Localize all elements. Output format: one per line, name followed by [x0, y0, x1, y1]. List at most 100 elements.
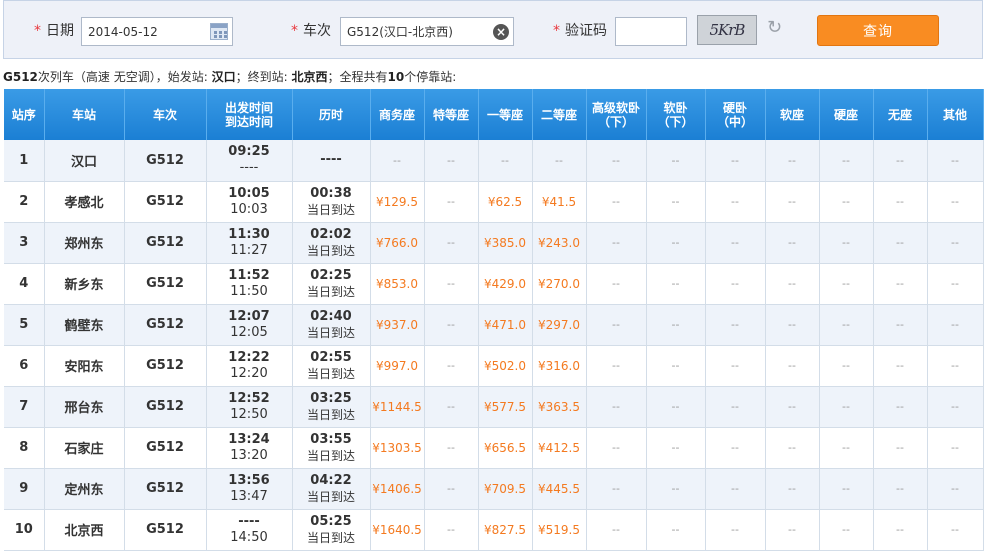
duration-value: 05:25	[310, 513, 352, 529]
cell-no-seat: --	[873, 181, 928, 223]
cell-premium-soft-sleeper: --	[586, 386, 647, 428]
cell-second: ¥519.5	[532, 509, 587, 551]
cell-special: --	[424, 181, 479, 223]
cell-second: ¥316.0	[532, 345, 587, 387]
duration-value: 03:25	[310, 390, 352, 406]
duration-value: 00:38	[310, 185, 352, 201]
cell-hard-seat: --	[819, 427, 874, 469]
cell-soft-seat: --	[765, 304, 820, 346]
arrival-time: 12:20	[230, 365, 268, 381]
cell-special: --	[424, 386, 479, 428]
cell-seq: 10	[4, 509, 45, 551]
cell-business: --	[370, 140, 425, 182]
cell-duration: 02:55 当日到达	[292, 345, 371, 387]
cell-special: --	[424, 304, 479, 346]
same-day-arrival: 当日到达	[306, 407, 355, 422]
cell-business: ¥937.0	[370, 304, 425, 346]
date-input[interactable]: 2014-05-12	[81, 17, 233, 46]
table-row: 3 郑州东 G512 11:30 11:27 02:02 当日到达 ¥766.0 -- ¥385.…	[4, 222, 984, 264]
cell-no-seat: --	[873, 263, 928, 305]
cell-other: --	[927, 427, 984, 469]
table-row: 6 安阳东 G512 12:22 12:20 02:55 当日到达 ¥997.0 -- ¥502.…	[4, 345, 984, 387]
cell-soft-sleeper: --	[646, 181, 706, 223]
departure-time: 11:52	[228, 267, 270, 283]
cell-soft-seat: --	[765, 181, 820, 223]
cell-hard-seat: --	[819, 181, 874, 223]
cell-first: ¥62.5	[478, 181, 533, 223]
cell-duration: 03:55 当日到达	[292, 427, 371, 469]
header-second: 二等座	[532, 89, 587, 140]
arrival-time: 11:50	[230, 283, 268, 299]
cell-hard-sleeper: --	[705, 222, 766, 264]
cell-soft-sleeper: --	[646, 468, 706, 510]
table-row: 2 孝感北 G512 10:05 10:03 00:38 当日到达 ¥129.5 -- ¥62.5…	[4, 181, 984, 223]
cell-premium-soft-sleeper: --	[586, 263, 647, 305]
cell-station: 北京西	[44, 509, 125, 551]
cell-no-seat: --	[873, 386, 928, 428]
captcha-input[interactable]	[615, 17, 687, 46]
cell-station: 定州东	[44, 468, 125, 510]
cell-hard-seat: --	[819, 222, 874, 264]
cell-no-seat: --	[873, 427, 928, 469]
cell-soft-seat: --	[765, 222, 820, 264]
clear-icon[interactable]: ×	[493, 24, 509, 40]
departure-time: 09:25	[228, 144, 270, 160]
train-input[interactable]: G512(汉口-北京西) ×	[340, 17, 514, 46]
cell-business: ¥997.0	[370, 345, 425, 387]
table-row: 10 北京西 G512 ---- 14:50 05:25 当日到达 ¥1640.5 -- ¥827…	[4, 509, 984, 551]
calendar-icon[interactable]	[210, 23, 228, 40]
cell-other: --	[927, 181, 984, 223]
cell-station: 孝感北	[44, 181, 125, 223]
cell-train: G512	[124, 345, 207, 387]
train-summary: G512次列车（高速 无空调），始发站: 汉口；终到站: 北京西；全程共有10个…	[3, 70, 457, 84]
cell-soft-seat: --	[765, 263, 820, 305]
cell-time: 12:22 12:20	[206, 345, 293, 387]
table-header-row: 站序 车站 车次 出发时间 到达时间 历时 商务座 特等座 一等座 二等座 高级软…	[4, 89, 984, 140]
cell-soft-seat: --	[765, 509, 820, 551]
header-station: 车站	[44, 89, 125, 140]
header-soft-sleeper: 软卧 （下）	[646, 89, 706, 140]
train-label: * 车次	[291, 23, 331, 39]
arrival-time: 11:27	[230, 242, 268, 258]
cell-business: ¥1406.5	[370, 468, 425, 510]
header-soft-seat: 软座	[765, 89, 820, 140]
cell-soft-seat: --	[765, 386, 820, 428]
cell-time: 10:05 10:03	[206, 181, 293, 223]
cell-seq: 3	[4, 222, 45, 264]
captcha-image[interactable]: 5KrB	[697, 15, 757, 45]
cell-business: ¥853.0	[370, 263, 425, 305]
cell-no-seat: --	[873, 140, 928, 182]
same-day-arrival: 当日到达	[306, 243, 355, 258]
cell-hard-sleeper: --	[705, 509, 766, 551]
cell-hard-sleeper: --	[705, 468, 766, 510]
cell-other: --	[927, 468, 984, 510]
cell-seq: 1	[4, 140, 45, 182]
cell-other: --	[927, 304, 984, 346]
cell-time: ---- 14:50	[206, 509, 293, 551]
departure-time: 11:30	[228, 226, 270, 242]
cell-train: G512	[124, 468, 207, 510]
arrival-time: 10:03	[230, 201, 268, 217]
same-day-arrival: 当日到达	[306, 489, 355, 504]
cell-premium-soft-sleeper: --	[586, 345, 647, 387]
departure-time: 12:07	[228, 308, 270, 324]
cell-first: ¥385.0	[478, 222, 533, 264]
duration-value: 04:22	[310, 472, 352, 488]
refresh-icon[interactable]: ↻	[767, 19, 785, 37]
cell-business: ¥129.5	[370, 181, 425, 223]
cell-duration: ----	[292, 140, 371, 182]
same-day-arrival: 当日到达	[306, 284, 355, 299]
cell-seq: 7	[4, 386, 45, 428]
table-row: 1 汉口 G512 09:25 ---- ---- -- -- -- -- -- -- -- -- -- --…	[4, 140, 984, 182]
cell-time: 12:52 12:50	[206, 386, 293, 428]
cell-soft-sleeper: --	[646, 304, 706, 346]
cell-second: ¥412.5	[532, 427, 587, 469]
cell-hard-seat: --	[819, 509, 874, 551]
table-row: 9 定州东 G512 13:56 13:47 04:22 当日到达 ¥1406.5 -- ¥709…	[4, 468, 984, 510]
cell-train: G512	[124, 427, 207, 469]
cell-special: --	[424, 222, 479, 264]
cell-hard-seat: --	[819, 386, 874, 428]
cell-hard-seat: --	[819, 263, 874, 305]
query-button[interactable]: 查询	[817, 15, 939, 46]
train-input-value: G512(汉口-北京西)	[347, 25, 453, 39]
